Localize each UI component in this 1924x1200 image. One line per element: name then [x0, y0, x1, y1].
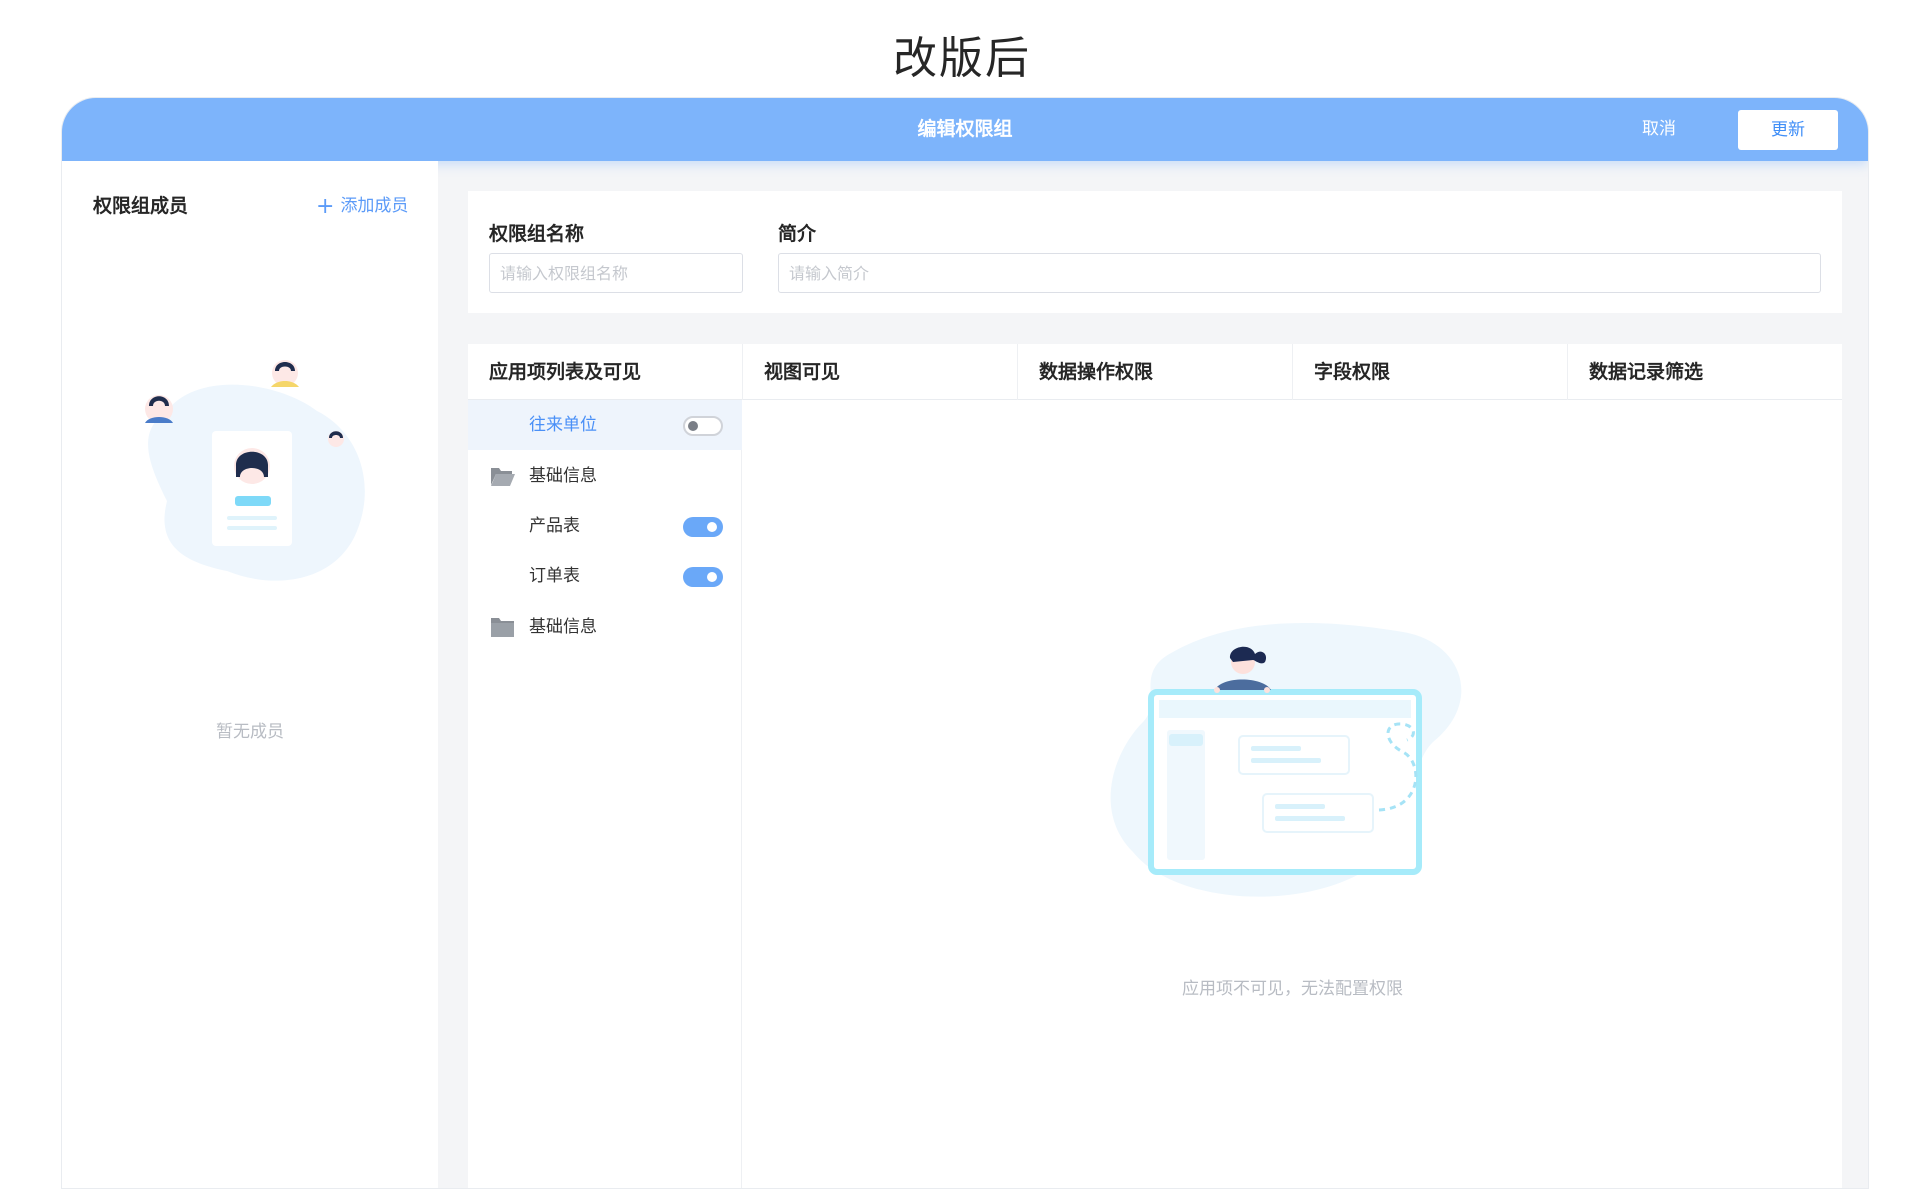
header-field-permission: 字段权限 [1292, 344, 1567, 400]
list-item-label: 产品表 [529, 516, 580, 536]
cancel-button[interactable]: 取消 [1642, 98, 1676, 161]
visibility-toggle[interactable] [683, 416, 723, 436]
list-item-folder-basic-info[interactable]: 基础信息 [468, 451, 742, 501]
app-list: 往来单位 基础信息 产品表 订单表 基础信息 [468, 400, 742, 1188]
header-app-list: 应用项列表及可见 [489, 361, 642, 383]
header-data-operation: 数据操作权限 [1017, 344, 1292, 400]
members-title: 权限组成员 [93, 195, 189, 217]
plus-icon: + [316, 194, 335, 219]
header-record-filter: 数据记录筛选 [1567, 344, 1842, 400]
group-name-label: 权限组名称 [489, 223, 585, 245]
description-label: 简介 [778, 223, 817, 245]
empty-state-text: 应用项不可见，无法配置权限 [1182, 979, 1403, 999]
folder-open-icon [491, 468, 515, 486]
table-header: 应用项列表及可见 视图可见 数据操作权限 字段权限 数据记录筛选 [468, 344, 1842, 400]
list-item-partner-unit[interactable]: 往来单位 [468, 400, 742, 450]
group-name-input[interactable] [489, 253, 743, 293]
members-panel: 权限组成员 + 添加成员 暂无成员 [62, 161, 438, 1188]
list-item-label: 往来单位 [529, 415, 597, 435]
list-item-label: 基础信息 [529, 466, 597, 486]
visibility-toggle[interactable] [683, 517, 723, 537]
dialog-title: 编辑权限组 [917, 118, 1013, 140]
permission-empty-state: 应用项不可见，无法配置权限 [743, 400, 1842, 1188]
permission-table: 应用项列表及可见 视图可见 数据操作权限 字段权限 数据记录筛选 往来单位 基础… [468, 344, 1842, 1188]
add-member-label: 添加成员 [340, 196, 409, 216]
description-input[interactable] [778, 253, 1821, 293]
add-member-button[interactable]: + 添加成员 [316, 191, 408, 219]
edit-permission-window: 编辑权限组 取消 更新 权限组成员 + 添加成员 暂无成员 权限组名称 请输入权… [62, 98, 1868, 1188]
folder-icon [491, 618, 514, 637]
list-item-label: 基础信息 [529, 617, 597, 637]
header-view-visible: 视图可见 [742, 344, 1017, 400]
visibility-toggle[interactable] [683, 567, 723, 587]
page-heading: 改版后 [893, 33, 1031, 84]
empty-state-illustration [1110, 623, 1462, 897]
no-members-illustration [145, 360, 365, 581]
top-bar: 编辑权限组 取消 更新 [62, 98, 1868, 161]
no-members-text: 暂无成员 [216, 722, 284, 742]
list-item-product-table[interactable]: 产品表 [468, 501, 742, 551]
list-item-label: 订单表 [529, 566, 580, 586]
update-button[interactable]: 更新 [1738, 110, 1838, 150]
list-item-folder-basic-info-2[interactable]: 基础信息 [468, 602, 742, 652]
group-form: 权限组名称 简介 [468, 191, 1842, 313]
list-item-order-table[interactable]: 订单表 [468, 551, 742, 601]
